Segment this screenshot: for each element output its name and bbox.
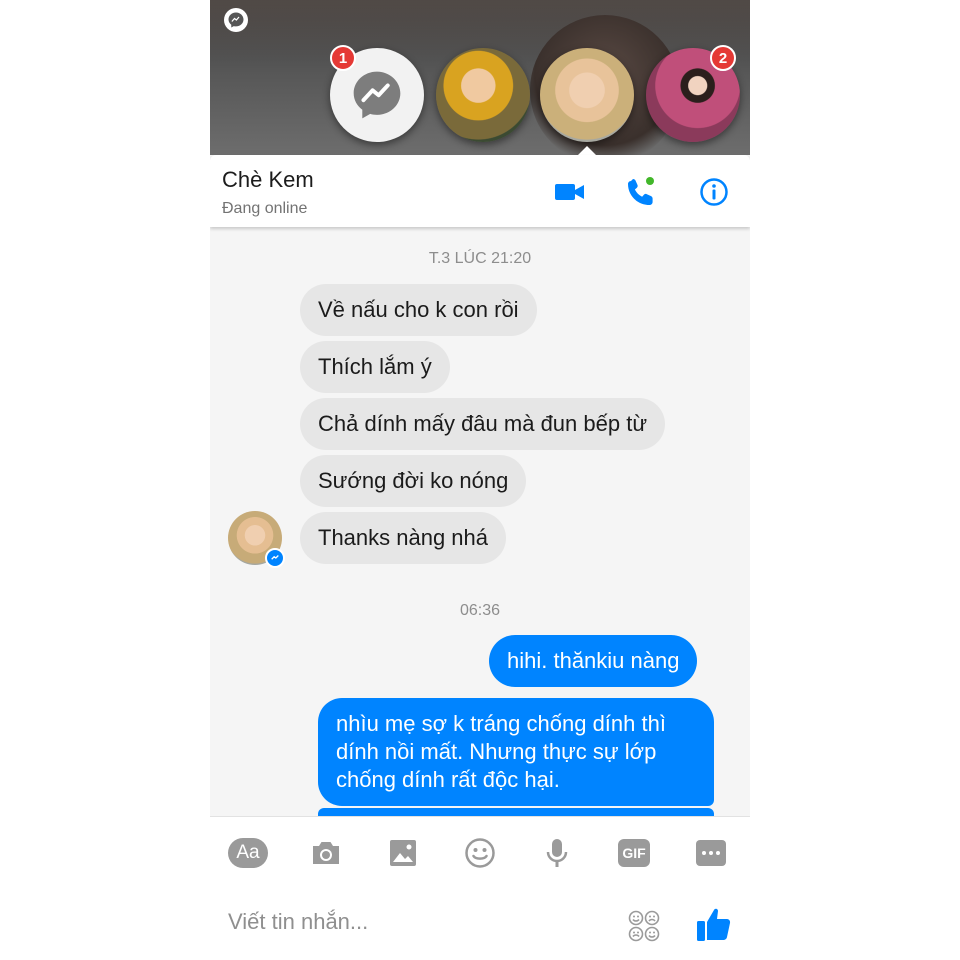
message-composer: Aa GIF Viết tin nhắn... [210, 816, 750, 960]
voice-message-button[interactable] [537, 835, 577, 871]
camera-icon [313, 842, 339, 864]
text-style-button[interactable]: Aa [228, 835, 268, 871]
chat-head-contact-1[interactable] [436, 48, 530, 142]
incoming-message[interactable]: Thích lắm ý [300, 341, 450, 393]
incoming-message[interactable]: Về nấu cho k con rồi [300, 284, 537, 336]
conversation-header: Chè Kem Đang online [210, 155, 750, 227]
emoji-button[interactable] [460, 835, 500, 871]
voice-call-icon [628, 177, 654, 205]
contact-3-badge-count: 2 [710, 45, 736, 71]
video-call-icon [555, 184, 584, 200]
timestamp: T.3 LÚC 21:20 [428, 250, 532, 267]
more-icon [696, 840, 726, 866]
messenger-screen: 1 2 Chè Kem Đang online T.3 LÚC 21:20 Về… [210, 0, 750, 960]
messenger-icon [353, 71, 401, 119]
image-icon [390, 840, 416, 866]
incoming-message[interactable]: Thanks nàng nhá [300, 512, 507, 564]
messenger-small-badge-icon [265, 548, 285, 568]
emoji-icon [465, 838, 495, 868]
image-button[interactable] [383, 835, 423, 871]
incoming-message[interactable]: Sướng đời ko nóng [300, 455, 527, 507]
like-button[interactable] [696, 905, 732, 943]
info-button[interactable] [697, 175, 731, 209]
gif-icon: GIF [618, 839, 650, 867]
messenger-badge-count: 1 [330, 45, 356, 71]
active-head-pointer [577, 146, 597, 155]
outgoing-message[interactable]: hihi. thănkiu nàng [489, 635, 698, 687]
thumbs-up-icon [697, 908, 731, 941]
more-options-button[interactable] [691, 835, 731, 871]
sticker-faces-icon [628, 910, 660, 942]
contact-status: Đang online [222, 200, 308, 217]
chat-heads-bar: 1 2 [210, 0, 750, 155]
gif-button[interactable]: GIF [614, 835, 654, 871]
incoming-message[interactable]: Chả dính mấy đâu mà đun bếp từ [300, 398, 666, 450]
info-icon [700, 178, 728, 206]
camera-button[interactable] [306, 835, 346, 871]
sticker-button[interactable] [627, 909, 661, 943]
text-style-icon: Aa [228, 838, 268, 868]
contact-name[interactable]: Chè Kem [222, 167, 314, 193]
outgoing-message[interactable]: nhìu mẹ sợ k tráng chống dính thì dính n… [318, 698, 714, 806]
voice-call-button[interactable] [624, 175, 658, 209]
chat-head-contact-2[interactable] [540, 48, 634, 142]
timestamp: 06:36 [459, 602, 501, 619]
message-input[interactable]: Viết tin nhắn... [228, 909, 368, 935]
microphone-icon [546, 839, 568, 867]
video-call-button[interactable] [553, 175, 587, 209]
messenger-app-icon [224, 8, 248, 32]
